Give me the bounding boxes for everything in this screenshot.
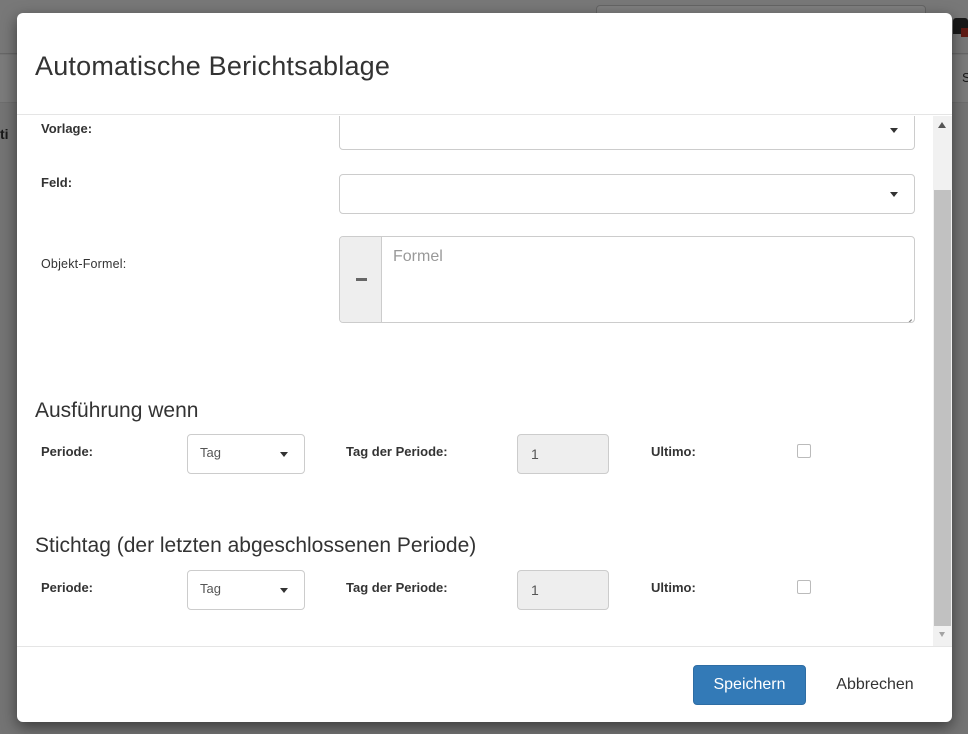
cutoff-periode-label: Periode: [41,580,94,595]
feld-label: Feld: [41,175,73,190]
cutoff-periode-select[interactable]: Tag [187,570,305,610]
execution-tag-label: Tag der Periode: [346,444,448,459]
cutoff-ultimo-label: Ultimo: [651,580,696,595]
report-archive-dialog: Automatische Berichtsablage Vorlage: Fel… [17,13,952,722]
dialog-body: Vorlage: Feld: Objekt-Formel: Ausführung… [17,116,952,646]
execution-tag-input[interactable]: 1 [517,434,609,474]
chevron-down-icon [890,192,898,197]
cutoff-tag-label: Tag der Periode: [346,580,448,595]
formel-input-group [339,236,915,323]
chevron-down-icon [890,128,898,133]
scrollbar-thumb[interactable] [934,190,951,626]
cutoff-tag-input[interactable]: 1 [517,570,609,610]
formel-label: Objekt-Formel: [41,257,127,271]
chevron-down-icon [280,452,288,457]
formel-textarea[interactable] [383,237,914,322]
cutoff-heading: Stichtag (der letzten abgeschlossenen Pe… [35,534,477,557]
scroll-up-arrow-icon[interactable] [938,122,946,128]
dialog-header: Automatische Berichtsablage [17,13,952,115]
cancel-button[interactable]: Abbrechen [818,665,932,705]
chevron-down-icon [280,588,288,593]
dialog-title: Automatische Berichtsablage [35,51,391,81]
execution-periode-label: Periode: [41,444,94,459]
dialog-footer: Speichern Abbrechen [17,646,952,722]
resize-handle-icon[interactable] [903,311,912,320]
vorlage-label: Vorlage: [41,121,93,136]
cutoff-periode-value: Tag [200,581,221,596]
execution-periode-select[interactable]: Tag [187,434,305,474]
cutoff-ultimo-checkbox[interactable] [797,580,811,594]
formel-toggle-button[interactable] [340,237,382,322]
feld-select[interactable] [339,174,915,214]
execution-periode-value: Tag [200,445,221,460]
save-button[interactable]: Speichern [693,665,806,705]
scroll-down-arrow-icon[interactable] [939,632,945,637]
dialog-scrollbar[interactable] [933,116,952,646]
vorlage-select[interactable] [339,116,915,150]
execution-heading: Ausführung wenn [35,399,199,422]
execution-ultimo-checkbox[interactable] [797,444,811,458]
minus-icon [356,278,367,281]
execution-ultimo-label: Ultimo: [651,444,696,459]
